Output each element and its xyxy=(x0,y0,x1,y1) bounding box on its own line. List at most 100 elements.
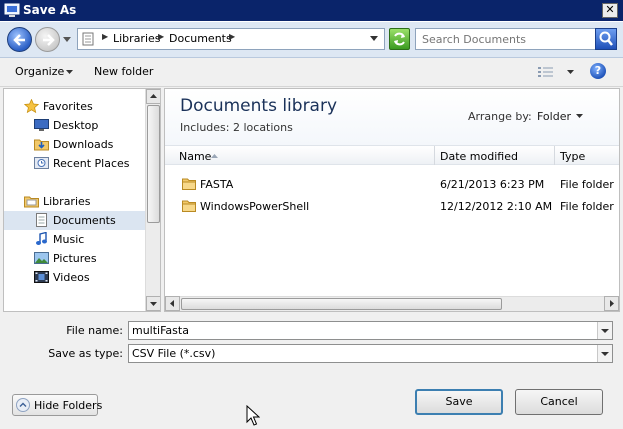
views-icon[interactable] xyxy=(538,66,554,79)
videos-icon xyxy=(34,271,49,283)
location-icon xyxy=(82,32,94,46)
scroll-thumb[interactable] xyxy=(147,105,160,223)
cancel-button[interactable]: Cancel xyxy=(515,389,603,415)
nav-pane-scrollbar[interactable] xyxy=(145,89,160,311)
window-title: Save As xyxy=(23,3,77,17)
address-bar[interactable]: ▶ Libraries ▶ Documents ▶ xyxy=(77,28,385,50)
arrange-by-label: Arrange by: xyxy=(468,110,532,123)
star-icon xyxy=(24,99,39,113)
chevron-right-icon[interactable]: ▶ xyxy=(229,32,235,41)
chevron-left-icon xyxy=(170,300,174,307)
save-as-type-value: CSV File (*.csv) xyxy=(132,347,216,360)
libraries-icon xyxy=(24,196,39,208)
nav-label: Pictures xyxy=(53,252,97,265)
chevron-down-icon xyxy=(601,352,609,356)
file-name-label: File name: xyxy=(66,324,123,337)
app-icon xyxy=(4,3,20,17)
chevron-right-icon xyxy=(610,300,614,307)
new-folder-button[interactable]: New folder xyxy=(94,65,153,78)
scroll-up-button[interactable] xyxy=(146,89,160,104)
library-title: Documents library xyxy=(180,96,338,116)
hide-folders-button[interactable]: Hide Folders xyxy=(12,394,102,416)
recent-pages-dropdown[interactable] xyxy=(63,37,71,43)
close-button[interactable]: ✕ xyxy=(602,3,618,18)
file-name-input[interactable] xyxy=(132,324,592,337)
column-divider[interactable] xyxy=(554,146,555,165)
scroll-thumb[interactable] xyxy=(181,298,502,310)
file-list-pane[interactable]: Documents library Includes: 2 locations … xyxy=(164,88,620,312)
locations-link[interactable]: 2 locations xyxy=(233,121,293,134)
file-date-modified: 12/12/2012 2:10 AM xyxy=(440,200,553,213)
scroll-right-button[interactable] xyxy=(604,296,619,311)
search-box[interactable] xyxy=(415,28,617,50)
nav-item-pictures[interactable]: Pictures xyxy=(4,249,145,268)
search-input[interactable] xyxy=(422,32,590,46)
nav-item-favorites[interactable]: Favorites xyxy=(4,97,145,116)
scroll-down-button[interactable] xyxy=(146,296,160,311)
music-icon xyxy=(36,232,47,245)
title-bar: Save As ✕ xyxy=(0,0,623,22)
save-as-type-select[interactable]: CSV File (*.csv) xyxy=(128,344,613,363)
nav-item-music[interactable]: Music xyxy=(4,230,145,249)
library-header: Documents library Includes: 2 locations … xyxy=(165,89,619,145)
nav-label: Favorites xyxy=(43,100,93,113)
chevron-down-icon xyxy=(601,329,609,333)
breadcrumb-libraries[interactable]: Libraries xyxy=(113,32,161,45)
command-toolbar: Organize New folder ? xyxy=(0,59,623,87)
file-name: FASTA xyxy=(200,178,234,191)
nav-label: Videos xyxy=(53,271,90,284)
file-name: WindowsPowerShell xyxy=(200,200,310,213)
arrange-by-dropdown[interactable]: Folder xyxy=(537,110,571,123)
file-type: File folder xyxy=(560,178,614,191)
includes-label: Includes: xyxy=(180,121,230,134)
nav-item-downloads[interactable]: Downloads xyxy=(4,135,145,154)
save-as-type-dropdown[interactable] xyxy=(597,345,612,362)
recent-places-icon xyxy=(34,157,49,169)
nav-label: Music xyxy=(53,233,85,246)
scroll-left-button[interactable] xyxy=(165,296,180,311)
save-button[interactable]: Save xyxy=(415,389,503,415)
file-type: File folder xyxy=(560,200,614,213)
navigation-bar: ▶ Libraries ▶ Documents ▶ xyxy=(0,22,623,58)
column-type[interactable]: Type xyxy=(560,150,585,163)
chevron-right-icon[interactable]: ▶ xyxy=(102,32,108,41)
nav-item-videos[interactable]: Videos xyxy=(4,268,145,287)
file-name-dropdown[interactable] xyxy=(597,322,612,339)
nav-label: Desktop xyxy=(53,119,99,132)
address-dropdown-icon[interactable] xyxy=(370,36,378,42)
organize-menu-button[interactable]: Organize xyxy=(15,65,64,78)
chevron-down-icon[interactable] xyxy=(66,70,73,75)
back-button[interactable] xyxy=(7,27,32,52)
save-as-type-label: Save as type: xyxy=(48,347,123,360)
list-item[interactable]: FASTA 6/21/2013 6:23 PM File folder xyxy=(165,174,619,194)
help-icon[interactable]: ? xyxy=(590,63,606,79)
chevron-down-icon xyxy=(150,302,157,306)
chevron-down-icon[interactable] xyxy=(576,114,583,119)
column-name[interactable]: Name xyxy=(179,150,211,163)
views-dropdown-icon[interactable] xyxy=(567,70,574,75)
nav-item-libraries[interactable]: Libraries xyxy=(4,192,145,211)
pictures-icon xyxy=(34,252,49,264)
nav-item-recent-places[interactable]: Recent Places xyxy=(4,154,145,173)
chevron-right-icon[interactable]: ▶ xyxy=(158,32,164,41)
forward-button[interactable] xyxy=(35,27,60,52)
nav-label: Libraries xyxy=(43,195,91,208)
navigation-pane[interactable]: Favorites Desktop Downloads Recent Place… xyxy=(3,88,161,312)
file-name-field[interactable] xyxy=(128,321,613,340)
collapse-icon xyxy=(16,398,30,412)
column-divider[interactable] xyxy=(434,146,435,165)
nav-item-documents[interactable]: Documents xyxy=(4,211,145,230)
arrow-left-icon xyxy=(13,34,25,46)
file-list-scrollbar[interactable] xyxy=(165,296,619,311)
sort-ascending-icon xyxy=(211,154,218,158)
column-header: Name Date modified Type xyxy=(165,145,619,165)
arrow-right-icon xyxy=(43,34,55,46)
column-date-modified[interactable]: Date modified xyxy=(440,150,518,163)
search-button[interactable] xyxy=(595,28,617,50)
refresh-button[interactable] xyxy=(389,28,410,50)
list-item[interactable]: WindowsPowerShell 12/12/2012 2:10 AM Fil… xyxy=(165,196,619,216)
breadcrumb-documents[interactable]: Documents xyxy=(169,32,232,45)
hide-folders-label: Hide Folders xyxy=(34,399,103,412)
mouse-cursor-icon xyxy=(246,405,260,426)
nav-item-desktop[interactable]: Desktop xyxy=(4,116,145,135)
